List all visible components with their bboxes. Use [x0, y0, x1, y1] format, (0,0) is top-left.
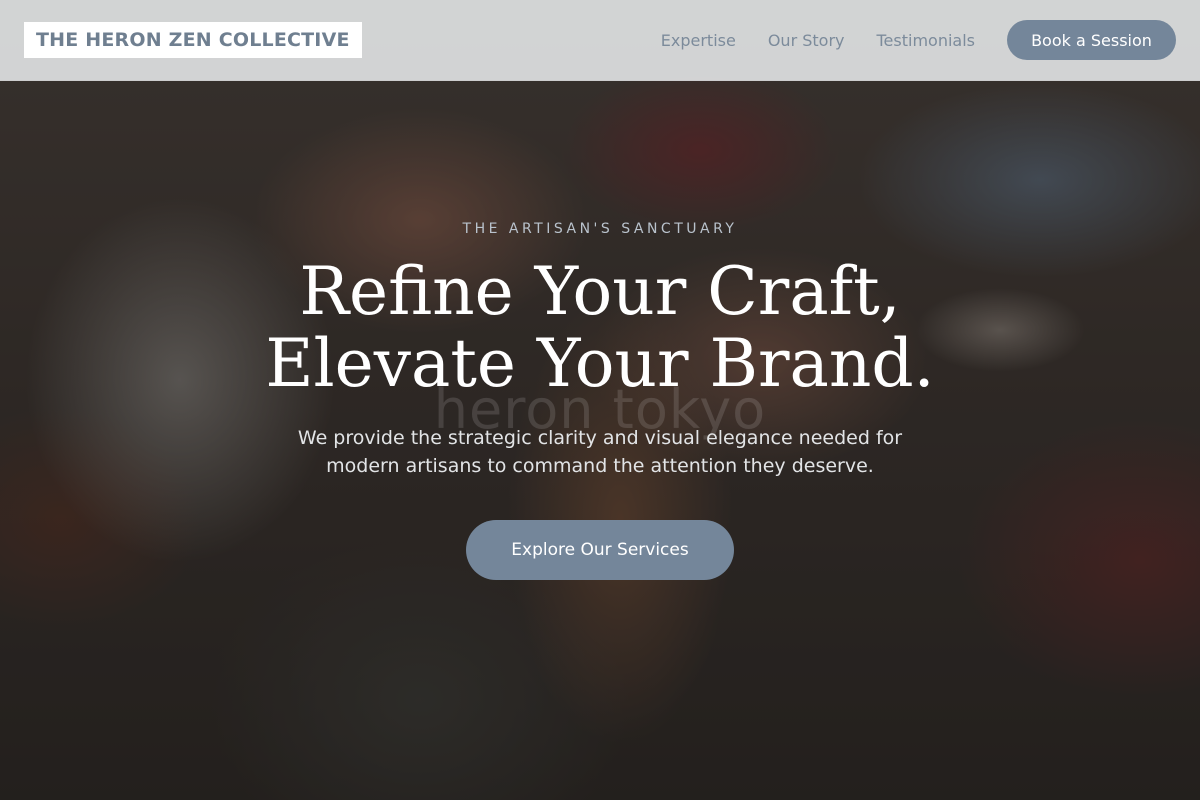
navbar: THE HERON ZEN COLLECTIVE Expertise Our S…	[0, 0, 1200, 81]
hero-subtext: We provide the strategic clarity and vis…	[250, 424, 950, 480]
hero-headline-line-2: Elevate Your Brand.	[265, 325, 935, 402]
explore-services-button[interactable]: Explore Our Services	[466, 520, 734, 580]
nav-link-our-story[interactable]: Our Story	[768, 31, 845, 50]
nav-link-expertise[interactable]: Expertise	[661, 31, 736, 50]
nav-links: Expertise Our Story Testimonials	[661, 0, 975, 81]
nav-link-testimonials[interactable]: Testimonials	[877, 31, 976, 50]
book-session-button[interactable]: Book a Session	[1007, 20, 1176, 60]
hero-headline: Refine Your Craft, Elevate Your Brand.	[0, 256, 1200, 400]
brand-logo[interactable]: THE HERON ZEN COLLECTIVE	[24, 22, 362, 58]
hero-headline-line-1: Refine Your Craft,	[299, 253, 901, 330]
hero-eyebrow: THE ARTISAN'S SANCTUARY	[462, 221, 738, 237]
hero-subtext-line-2: modern artisans to command the attention…	[326, 455, 874, 477]
hero-subtext-line-1: We provide the strategic clarity and vis…	[297, 427, 903, 449]
